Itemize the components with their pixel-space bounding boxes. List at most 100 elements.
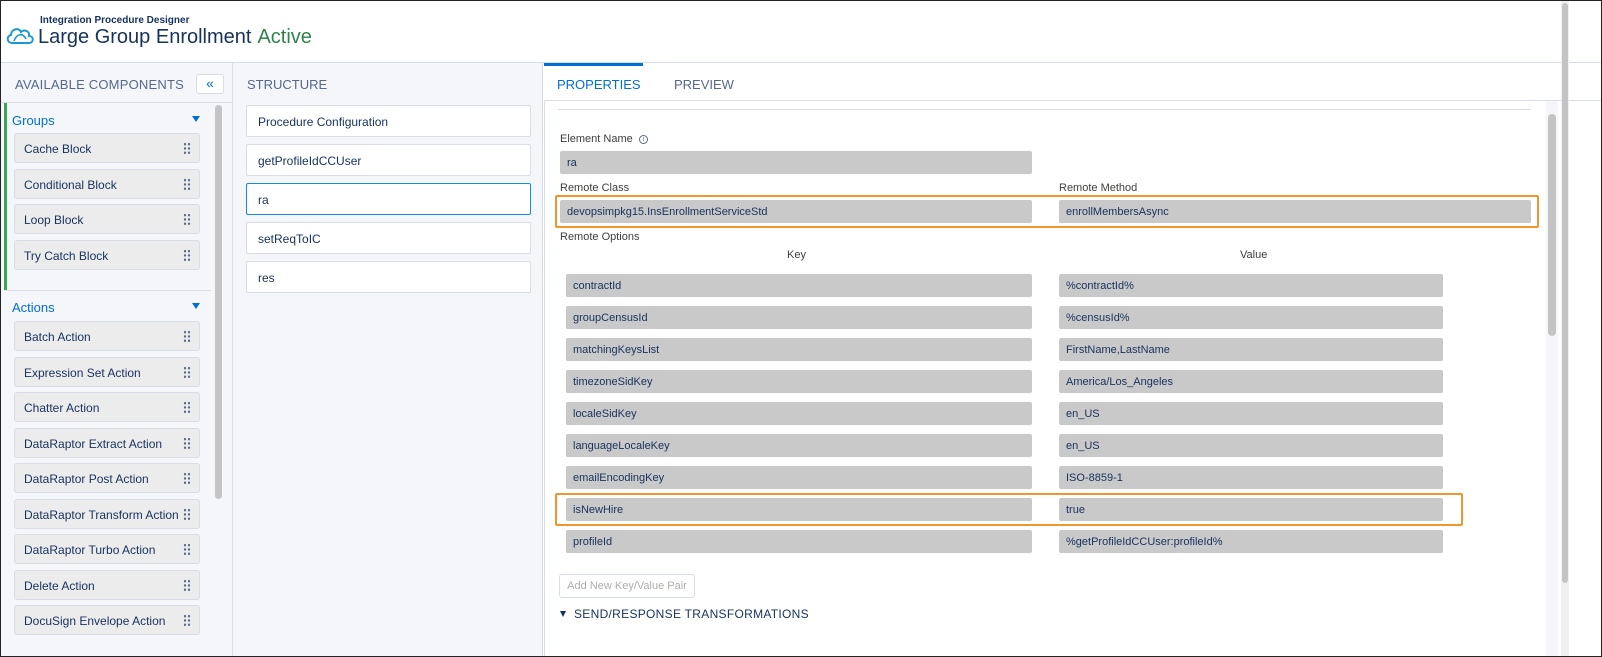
component-item[interactable]: DataRaptor Post Action [14,463,200,493]
option-value-input[interactable]: FirstName,LastName [1059,338,1443,361]
components-header: AVAILABLE COMPONENTS « [1,63,233,103]
components-scrollbar-thumb[interactable] [215,105,222,499]
component-label: Loop Block [24,213,84,227]
properties-tabs: PROPERTIES PREVIEW [544,63,1601,101]
tab-preview[interactable]: PREVIEW [674,77,734,92]
drag-handle-icon[interactable] [183,249,191,262]
option-value-input[interactable]: America/Los_Angeles [1059,370,1443,393]
option-value-input[interactable]: %contractId% [1059,274,1443,297]
group-divider [4,290,211,291]
group-header-groups[interactable]: Groups [4,105,211,135]
option-key-input[interactable]: timezoneSidKey [566,370,1032,393]
properties-form: Element Name i ra Remote Class Remote Met… [544,101,1557,656]
option-value-input[interactable]: %getProfileIdCCUser:profileId% [1059,530,1443,553]
drag-handle-icon[interactable] [183,330,191,343]
info-icon[interactable]: i [638,135,648,144]
group-label: Actions [12,300,55,315]
component-item[interactable]: DataRaptor Extract Action [14,428,200,458]
tab-properties[interactable]: PROPERTIES [557,77,641,92]
value-column-header: Value [1240,249,1268,261]
properties-scrollbar-thumb[interactable] [1548,114,1556,336]
structure-item[interactable]: Procedure Configuration [246,105,531,137]
add-key-value-pair-button[interactable]: Add New Key/Value Pair [559,574,695,598]
option-key-input[interactable]: groupCensusId [566,306,1032,329]
structure-item[interactable]: res [246,261,531,293]
element-name-input[interactable]: ra [560,151,1032,174]
component-item[interactable]: Expression Set Action [14,357,200,387]
component-label: Conditional Block [24,178,117,192]
component-item[interactable]: Try Catch Block [14,240,200,270]
drag-handle-icon[interactable] [183,472,191,485]
option-key-input[interactable]: matchingKeysList [566,338,1032,361]
component-item[interactable]: Delete Action [14,570,200,600]
drag-handle-icon[interactable] [183,508,191,521]
option-value-input[interactable]: en_US [1059,434,1443,457]
drag-handle-icon[interactable] [183,437,191,450]
component-label: DataRaptor Turbo Action [24,543,156,557]
remote-class-method-highlight [555,195,1539,228]
designer-window: Integration Procedure Designer Large Gro… [0,0,1602,657]
procedure-name: Large Group Enrollment [38,26,252,48]
component-item[interactable]: DataRaptor Transform Action [14,499,200,529]
component-item[interactable]: Conditional Block [14,169,200,199]
drag-handle-icon[interactable] [183,614,191,627]
option-key-input[interactable]: contractId [566,274,1032,297]
option-value-input[interactable]: en_US [1059,402,1443,425]
drag-handle-icon[interactable] [183,142,191,155]
component-label: DataRaptor Transform Action [24,508,179,522]
component-label: DataRaptor Post Action [24,472,149,486]
drag-handle-icon[interactable] [183,178,191,191]
remote-method-label: Remote Method [1059,182,1138,194]
element-name-label: Element Name i [560,133,648,145]
structure-item[interactable]: setReqToIC [246,222,531,254]
component-label: DataRaptor Extract Action [24,437,163,451]
component-item[interactable]: DataRaptor Turbo Action [14,534,200,564]
send-response-section-toggle[interactable]: SEND/RESPONSE TRANSFORMATIONS [574,607,809,621]
divider [558,109,1531,110]
option-key-input[interactable]: profileId [566,530,1032,553]
structure-item-label: getProfileIdCCUser [258,154,362,168]
structure-panel: STRUCTURE Procedure Configuration getPro… [233,63,543,656]
window-scrollbar-thumb[interactable] [1562,3,1568,583]
component-label: DocuSign Envelope Action [24,614,166,628]
option-key-input[interactable]: emailEncodingKey [566,466,1032,489]
drag-handle-icon[interactable] [183,401,191,414]
page-title: Large Group Enrollment Active [38,26,312,49]
caret-down-icon [192,303,200,309]
component-item[interactable]: Batch Action [14,321,200,351]
components-title: AVAILABLE COMPONENTS [15,77,184,92]
caret-down-icon[interactable] [560,611,566,617]
drag-handle-icon[interactable] [183,366,191,379]
component-item[interactable]: DocuSign Envelope Action [14,605,200,635]
option-value-input[interactable]: %censusId% [1059,306,1443,329]
component-label: Expression Set Action [24,366,141,380]
option-key-input[interactable]: languageLocaleKey [566,434,1032,457]
option-value-input[interactable]: ISO-8859-1 [1059,466,1443,489]
is-new-hire-highlight [555,493,1463,526]
app-name: Integration Procedure Designer [40,15,190,26]
structure-item-selected[interactable]: ra [246,183,531,215]
components-list: Groups Cache Block Conditional Block Loo… [4,103,211,656]
component-item[interactable]: Chatter Action [14,392,200,422]
collapse-panel-button[interactable]: « [196,74,224,94]
structure-item-label: setReqToIC [258,232,321,246]
component-label: Delete Action [24,579,95,593]
remote-class-label: Remote Class [560,182,630,194]
drag-handle-icon[interactable] [183,579,191,592]
component-item[interactable]: Loop Block [14,204,200,234]
status-badge: Active [257,26,312,48]
group-label: Groups [12,113,55,128]
structure-item-label: Procedure Configuration [258,115,389,129]
structure-item[interactable]: getProfileIdCCUser [246,144,531,176]
drag-handle-icon[interactable] [183,543,191,556]
option-key-input[interactable]: localeSidKey [566,402,1032,425]
component-label: Chatter Action [24,401,100,415]
component-item[interactable]: Cache Block [14,133,200,163]
structure-item-label: res [258,271,275,285]
drag-handle-icon[interactable] [183,213,191,226]
component-label: Try Catch Block [24,249,109,263]
structure-title: STRUCTURE [247,77,328,92]
group-header-actions[interactable]: Actions [4,292,211,322]
available-components-panel: AVAILABLE COMPONENTS « Groups Cache Bloc… [1,63,233,656]
key-column-header: Key [787,249,806,261]
